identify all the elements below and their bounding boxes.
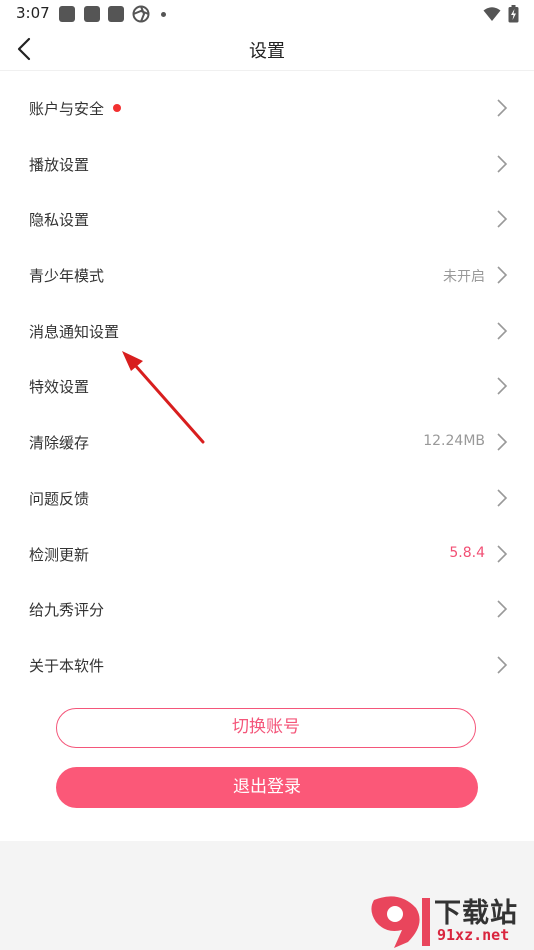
chevron-right-icon (497, 433, 508, 451)
row-label: 账户与安全 (29, 100, 105, 118)
row-label: 青少年模式 (29, 267, 105, 286)
notification-icon (84, 6, 100, 22)
row-label: 问题反馈 (29, 489, 90, 508)
row-label: 消息通知设置 (29, 322, 120, 341)
row-label: 特效设置 (29, 378, 90, 397)
unread-badge (113, 104, 121, 112)
more-notifications-icon (161, 12, 166, 17)
chevron-right-icon (497, 99, 508, 117)
settings-list: 账户与安全 播放设置 隐私设置 青少年模式 未开启 消息通知设置 特效设置 清除… (0, 80, 534, 693)
switch-account-button[interactable]: 切换账号 (56, 708, 476, 748)
settings-row-check-update[interactable]: 检测更新 5.8.4 (0, 526, 534, 582)
watermark-url: 91xz.net (437, 926, 510, 944)
settings-row-about[interactable]: 关于本软件 (0, 637, 534, 693)
row-label: 关于本软件 (29, 656, 105, 675)
settings-row-privacy[interactable]: 隐私设置 (0, 191, 534, 247)
app-header: 设置 (0, 28, 534, 71)
settings-row-notifications[interactable]: 消息通知设置 (0, 303, 534, 359)
settings-row-clear-cache[interactable]: 清除缓存 12.24MB (0, 414, 534, 470)
chevron-right-icon (497, 377, 508, 396)
chevron-right-icon (497, 544, 508, 563)
battery-icon (508, 5, 519, 23)
logout-button[interactable]: 退出登录 (56, 767, 478, 808)
wifi-icon (483, 7, 501, 21)
settings-row-playback[interactable]: 播放设置 (0, 136, 534, 192)
status-time: 3:07 (16, 4, 50, 22)
settings-row-feedback[interactable]: 问题反馈 (0, 470, 534, 526)
chevron-right-icon (497, 600, 508, 618)
chevron-right-icon (497, 322, 508, 340)
row-label: 清除缓存 (29, 434, 90, 453)
page-title: 设置 (249, 41, 285, 62)
chevron-right-icon (497, 656, 508, 674)
notification-icon (108, 6, 124, 22)
notification-icon (59, 6, 75, 22)
settings-row-teen-mode[interactable]: 青少年模式 未开启 (0, 247, 534, 303)
settings-row-rate-app[interactable]: 给九秀评分 (0, 581, 534, 637)
row-label: 隐私设置 (29, 211, 90, 230)
status-bar: 3:07 (0, 0, 534, 28)
row-label: 给九秀评分 (29, 601, 105, 620)
chevron-right-icon (497, 155, 508, 173)
settings-row-effects[interactable]: 特效设置 (0, 358, 534, 414)
row-value: 12.24MB (423, 433, 485, 450)
chevron-right-icon (497, 210, 508, 228)
chevron-right-icon (497, 266, 508, 284)
row-label: 检测更新 (29, 545, 90, 564)
settings-row-account-security[interactable]: 账户与安全 (0, 80, 534, 136)
row-value: 未开启 (443, 269, 485, 286)
aperture-icon (132, 5, 150, 23)
chevron-right-icon (497, 489, 508, 507)
settings-screen: 3:07 设置 账户与安全 播放设置 隐私设置 青少年模式 未开启 消息通知设置… (0, 0, 534, 950)
row-label: 播放设置 (29, 155, 90, 174)
version-value: 5.8.4 (449, 544, 485, 561)
watermark-brand: 下载站 (434, 898, 518, 929)
